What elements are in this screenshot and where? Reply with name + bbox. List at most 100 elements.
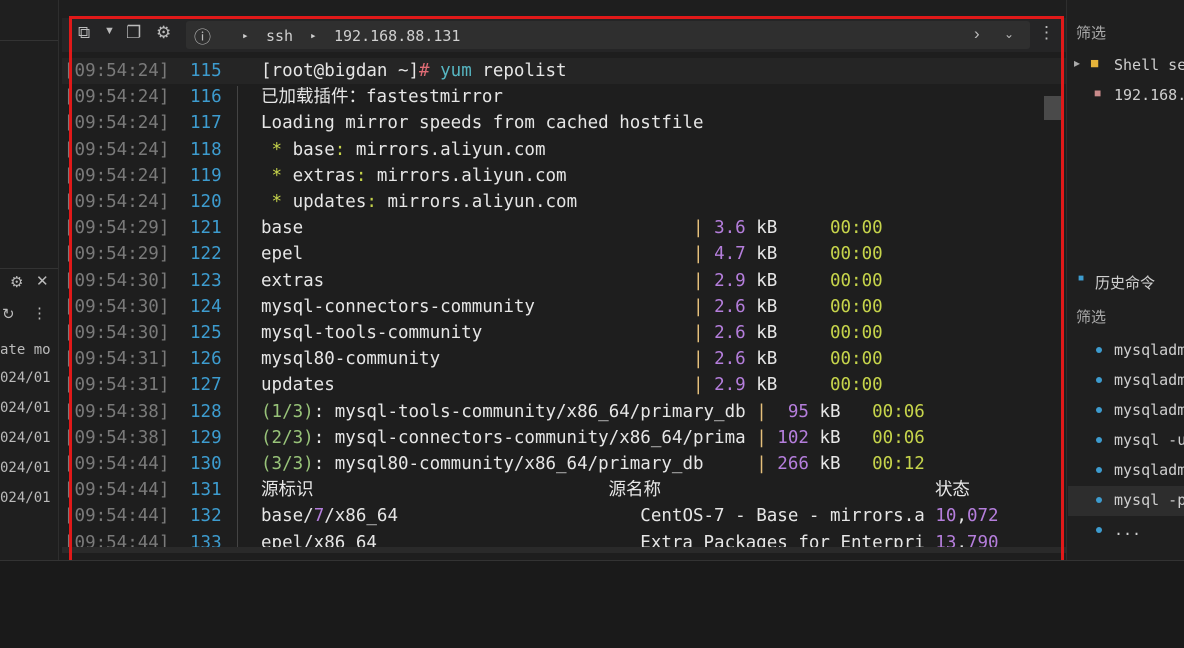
gear-icon[interactable]: ⚙ [10, 273, 23, 291]
left-toolbar: ⚙ ✕ ↻ ⋮ [0, 268, 58, 335]
line-number: 116 [190, 87, 222, 108]
chevron-right-icon[interactable]: › [974, 24, 980, 44]
new-tab-icon[interactable]: ⧉ [78, 23, 90, 43]
bullet-icon [1096, 467, 1102, 473]
history-item[interactable]: mysqladm [1114, 401, 1184, 419]
filter-label[interactable]: 筛选 [1076, 306, 1106, 327]
host-address[interactable]: 192.168.88.131 [334, 27, 460, 45]
history-item[interactable]: mysql -p [1114, 491, 1184, 509]
line-number: 127 [190, 375, 222, 396]
line-text: (2/3): mysql-connectors-community/x86_64… [261, 427, 925, 448]
line-number: 131 [190, 480, 222, 501]
line-number: 115 [190, 61, 222, 81]
column-header-date[interactable]: ate mo [0, 342, 58, 358]
timestamp: [09:54:30] [64, 270, 170, 291]
chevron-right-icon[interactable]: ▸ [1074, 56, 1080, 70]
terminal-line[interactable]: [09:54:24] 115 [root@bigdan ~]# yum repoli… [62, 58, 1066, 84]
timestamp: [09:54:24] [64, 139, 170, 160]
terminal-line[interactable]: [09:54:30] 123 extras | 2.9 kB 00:00 [62, 268, 1066, 294]
terminal-line[interactable]: [09:54:29] 122 epel | 4.7 kB 00:00 [62, 241, 1066, 267]
session-icon: ■ [1094, 86, 1102, 100]
tree-item-host[interactable]: 192.168. [1114, 86, 1184, 104]
refresh-icon[interactable]: ↻ [2, 305, 15, 323]
chevron-down-icon[interactable]: ▼ [104, 25, 115, 37]
timestamp: [09:54:44] [64, 506, 170, 527]
line-text: [root@bigdan ~]# yum repolist [261, 61, 567, 81]
line-number: 126 [190, 349, 222, 370]
timestamp: [09:54:38] [64, 401, 170, 422]
history-item[interactable]: mysqladm [1114, 371, 1184, 389]
terminal-line[interactable]: [09:54:29] 121 base | 3.6 kB 00:00 [62, 215, 1066, 241]
timestamp: [09:54:30] [64, 323, 170, 343]
duplicate-icon[interactable]: ❐ [126, 23, 141, 43]
info-icon[interactable]: ⓘ [194, 23, 211, 48]
bullet-icon [1096, 347, 1102, 353]
timestamp: [09:54:44] [64, 480, 170, 501]
line-number: 128 [190, 401, 222, 422]
vertical-scrollbar[interactable] [1044, 96, 1064, 120]
terminal-line[interactable]: [09:54:24] 116 已加载插件：fastestmirror [62, 84, 1066, 110]
timestamp: [09:54:31] [64, 375, 170, 396]
timestamp: [09:54:24] [64, 165, 170, 186]
left-panel: ⚙ ✕ ↻ ⋮ ate mo 024/01 024/01 024/01 024/… [0, 0, 59, 560]
list-item[interactable]: 024/01 [0, 370, 58, 386]
history-item[interactable]: mysql -u [1114, 431, 1184, 449]
chevron-down-icon[interactable]: ⌄ [1004, 27, 1014, 41]
terminal-line[interactable]: [09:54:44] 131 源标识 源名称 状态 [62, 477, 1066, 503]
terminal-line[interactable]: [09:54:38] 129 (2/3): mysql-connectors-com… [62, 425, 1066, 451]
line-number: 119 [190, 165, 222, 186]
session-type[interactable]: ssh [266, 27, 293, 45]
list-item[interactable]: 024/01 [0, 460, 58, 476]
breadcrumb-arrow-icon: ▸ [310, 29, 317, 42]
terminal-line[interactable]: [09:54:38] 128 (1/3): mysql-tools-communit… [62, 399, 1066, 425]
terminal-line[interactable]: [09:54:31] 127 updates | 2.9 kB 00:00 [62, 372, 1066, 398]
history-item[interactable]: ... [1114, 521, 1141, 539]
timestamp: [09:54:29] [64, 244, 170, 265]
history-item[interactable]: mysqladm [1114, 461, 1184, 479]
terminal-line[interactable]: [09:54:31] 126 mysql80-community | 2.6 kB … [62, 346, 1066, 372]
terminal-line[interactable]: [09:54:24] 119 * extras: mirrors.aliyun.c… [62, 163, 1066, 189]
list-item[interactable]: 024/01 [0, 400, 58, 416]
breadcrumb-arrow-icon: ▸ [242, 29, 249, 42]
timestamp: [09:54:24] [64, 113, 170, 134]
terminal-line[interactable]: [09:54:24] 120 * updates: mirrors.aliyun.… [62, 189, 1066, 215]
timestamp: [09:54:31] [64, 349, 170, 370]
terminal-line[interactable]: [09:54:30] 125 mysql-tools-community | 2.6… [62, 320, 1066, 346]
terminal-line[interactable]: [09:54:24] 117 Loading mirror speeds from … [62, 110, 1066, 136]
timestamp: [09:54:24] [64, 61, 170, 81]
terminal-line[interactable]: [09:54:30] 124 mysql-connectors-community … [62, 294, 1066, 320]
line-text: updates | 2.9 kB 00:00 [261, 375, 883, 396]
line-text: 已加载插件：fastestmirror [261, 87, 503, 108]
more-icon[interactable]: ⋮ [1038, 23, 1055, 43]
line-text: (3/3): mysql80-community/x86_64/primary_… [261, 454, 925, 474]
bottom-panel [0, 560, 1184, 648]
line-number: 121 [190, 218, 222, 239]
line-text: * updates: mirrors.aliyun.com [261, 192, 578, 212]
terminal-line[interactable]: [09:54:44] 130 (3/3): mysql80-community/x8… [62, 451, 1066, 477]
filter-label-top[interactable]: 筛选 [1076, 22, 1106, 43]
line-text: * extras: mirrors.aliyun.com [261, 165, 567, 186]
terminal-line[interactable]: [09:54:24] 118 * base: mirrors.aliyun.com [62, 137, 1066, 163]
line-number: 120 [190, 192, 222, 212]
bullet-icon [1096, 497, 1102, 503]
horizontal-scrollbar[interactable] [62, 547, 1066, 553]
tree-item-shell[interactable]: Shell se [1114, 56, 1184, 74]
line-text: base/7/x86_64 CentOS-7 - Base - mirrors.… [261, 506, 999, 527]
close-icon[interactable]: ✕ [36, 272, 49, 290]
timestamp: [09:54:44] [64, 454, 170, 474]
list-item[interactable]: 024/01 [0, 430, 58, 446]
list-item[interactable]: 024/01 [0, 490, 58, 506]
line-text: base | 3.6 kB 00:00 [261, 218, 883, 239]
terminal-line[interactable]: [09:54:44] 132 base/7/x86_64 CentOS-7 - Ba… [62, 503, 1066, 529]
terminal-window[interactable]: ⧉ ▼ ❐ ⚙ ⓘ ▸ ssh ▸ 192.168.88.131 › ⌄ ⋮ [… [62, 18, 1066, 553]
terminal-toolbar: ⧉ ▼ ❐ ⚙ ⓘ ▸ ssh ▸ 192.168.88.131 › ⌄ ⋮ [62, 18, 1066, 52]
line-text: 源标识 源名称 状态 [261, 480, 970, 501]
line-text: mysql-connectors-community | 2.6 kB 00:0… [261, 296, 883, 317]
line-number: 123 [190, 270, 222, 291]
left-panel-header [0, 0, 58, 41]
history-item[interactable]: mysqladm [1114, 341, 1184, 359]
line-number: 118 [190, 139, 222, 160]
settings-icon[interactable]: ⚙ [156, 23, 171, 43]
address-bar[interactable]: ⓘ ▸ ssh ▸ 192.168.88.131 › ⌄ [186, 21, 1030, 49]
more-icon[interactable]: ⋮ [32, 304, 47, 322]
